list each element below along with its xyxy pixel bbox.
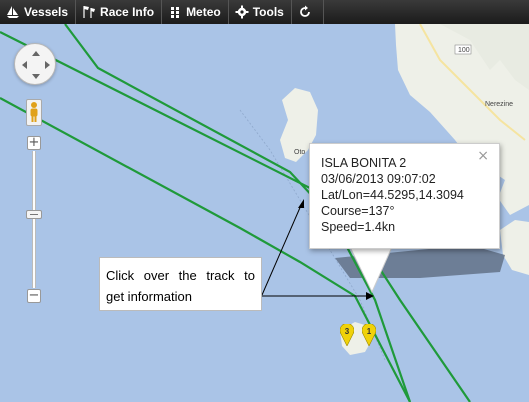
callout-line-2: get information (106, 289, 192, 304)
refresh-icon (298, 5, 312, 19)
island-label: Oto (294, 149, 306, 156)
instruction-callout: Click over the track to get information (99, 257, 262, 311)
zoom-in-button[interactable]: + (27, 136, 41, 150)
town-label: Nerezine (485, 101, 514, 108)
tools-button[interactable]: Tools (229, 0, 292, 24)
meteo-button[interactable]: Meteo (162, 0, 229, 24)
vessels-button[interactable]: Vessels (0, 0, 77, 24)
zoom-out-button[interactable]: − (27, 289, 41, 303)
zoom-slider-track[interactable] (32, 151, 36, 288)
vessel-course: Course=137° (321, 204, 395, 218)
vessels-label: Vessels (24, 5, 69, 19)
sailboat-icon (6, 5, 20, 19)
map-marker[interactable]: 3 (339, 323, 355, 347)
marker-label: 1 (366, 327, 372, 336)
flags-icon (82, 5, 96, 19)
marker-label: 3 (344, 327, 350, 336)
tools-label: Tools (252, 5, 284, 19)
grid-icon (168, 5, 182, 19)
callout-line-1: Click over the track to (106, 268, 255, 283)
street-view-pegman[interactable] (26, 99, 42, 126)
refresh-button[interactable] (292, 0, 324, 24)
race-info-label: Race Info (100, 5, 155, 19)
vessel-name: ISLA BONITA 2 (321, 156, 407, 170)
gear-icon (235, 5, 249, 19)
vessel-speed: Speed=1.4kn (321, 220, 396, 234)
race-info-button[interactable]: Race Info (76, 0, 163, 24)
vessel-position: Lat/Lon=44.5295,14.3094 (321, 188, 464, 202)
meteo-label: Meteo (186, 5, 221, 19)
map-marker[interactable]: 1 (361, 323, 377, 347)
close-icon[interactable]: × (477, 148, 489, 164)
pan-control[interactable] (14, 43, 56, 85)
road-number-label: 100 (458, 47, 470, 54)
zoom-slider-handle[interactable] (26, 210, 42, 219)
vessel-info-popup: ISLA BONITA 2 03/06/2013 09:07:02 Lat/Lo… (309, 143, 500, 249)
vessel-timestamp: 03/06/2013 09:07:02 (321, 172, 436, 186)
top-toolbar: Vessels Race Info Meteo Tools (0, 0, 529, 24)
